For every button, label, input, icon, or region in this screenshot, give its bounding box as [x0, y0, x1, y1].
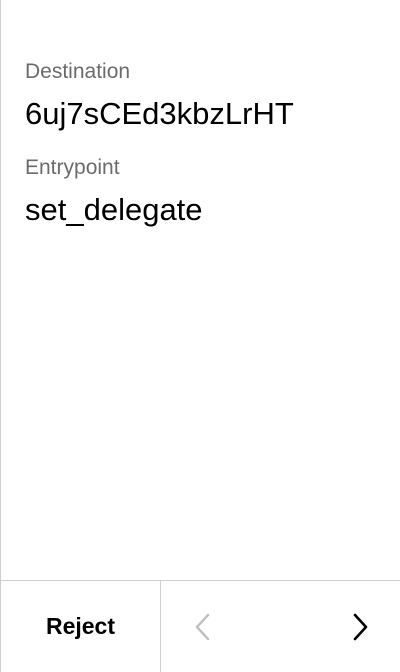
previous-page-button[interactable] [162, 581, 242, 672]
next-page-button[interactable] [321, 581, 400, 672]
entrypoint-field: Entrypoint set_delegate [25, 154, 384, 230]
entrypoint-value: set_delegate [25, 192, 203, 227]
transaction-details: Destination 6uj7sCEd3kbzLrHT Entrypoint … [25, 58, 384, 230]
destination-value: 6uj7sCEd3kbzLrHT [25, 96, 294, 131]
chevron-left-icon [195, 613, 210, 640]
review-screen: Destination 6uj7sCEd3kbzLrHT Entrypoint … [0, 0, 400, 672]
chevron-right-icon [353, 613, 368, 640]
destination-field: Destination 6uj7sCEd3kbzLrHT [25, 58, 384, 134]
action-footer: Reject [1, 580, 400, 672]
destination-label: Destination [25, 60, 131, 83]
reject-button[interactable]: Reject [1, 581, 161, 672]
entrypoint-label: Entrypoint [25, 156, 120, 179]
